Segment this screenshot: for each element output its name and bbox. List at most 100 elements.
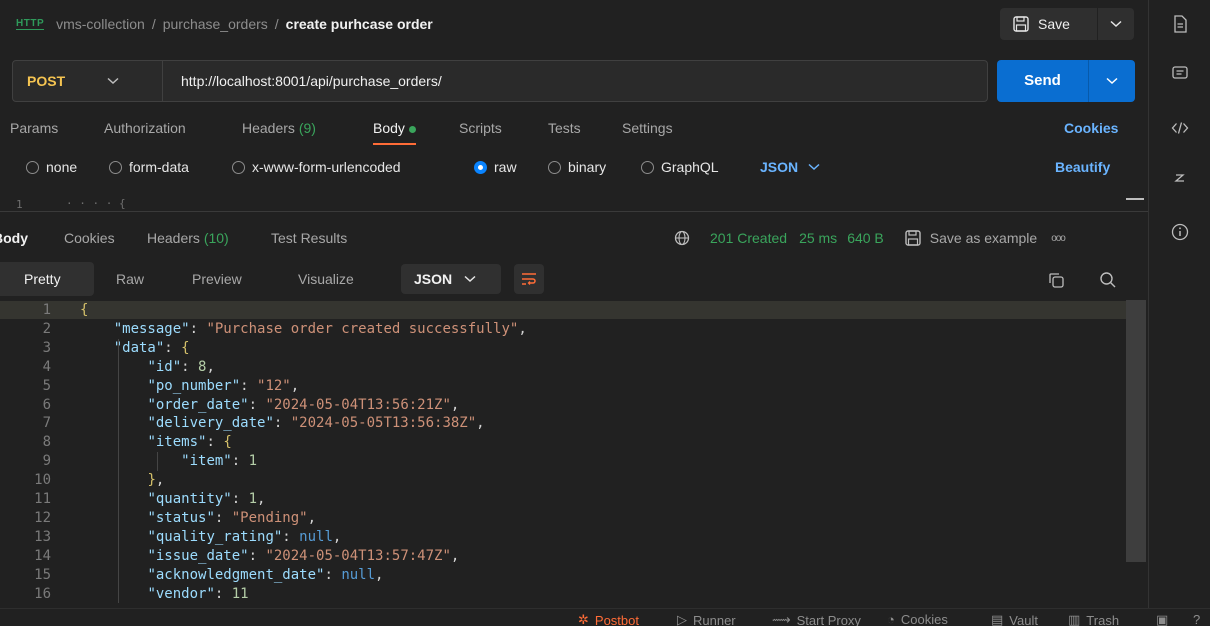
right-sidebar [1148,0,1210,626]
cookies-button[interactable]: ◔ Cookies [887,612,948,626]
response-time[interactable]: 25 ms [799,230,837,246]
response-format-bar: Pretty Raw Preview Visualize JSON [0,262,1148,296]
documentation-icon[interactable] [1170,14,1190,34]
radio-binary[interactable]: binary [548,159,606,175]
vault-button[interactable]: ▤ Vault [991,612,1038,626]
response-size[interactable]: 640 B [847,230,884,246]
radio-form-data[interactable]: form-data [109,159,189,175]
help-icon[interactable]: ? [1193,612,1200,626]
tab-headers[interactable]: Headers (9) [242,120,316,136]
code-text: "order_date": "2024-05-04T13:56:21Z", [147,396,460,413]
response-tab-headers[interactable]: Headers (10) [147,230,229,246]
code-line: 16 "vendor": 11 [0,585,1126,603]
code-text: { [80,302,89,318]
response-language-select[interactable]: JSON [401,264,501,294]
code-line: 2 "message": "Purchase order created suc… [0,320,1126,338]
comments-icon[interactable] [1170,64,1190,84]
view-tab-pretty[interactable]: Pretty [0,262,94,296]
search-icon[interactable] [1099,271,1117,289]
code-line: 7 "delivery_date": "2024-05-05T13:56:38Z… [0,414,1126,432]
line-number: 5 [42,377,51,394]
line-number: 3 [42,339,51,356]
response-tab-test-results[interactable]: Test Results [271,230,347,246]
request-name[interactable]: create purhcase order [286,16,433,32]
related-collections-icon[interactable] [1170,169,1190,189]
resize-handle[interactable] [1126,198,1144,206]
layout-icon[interactable]: ▣ [1156,612,1168,626]
postbot-icon: ✲ [578,612,589,626]
wrap-lines-button[interactable] [514,264,544,294]
response-tab-body[interactable]: Body [0,230,28,246]
status-label: Trash [1086,612,1120,626]
code-line: 12 "status": "Pending", [0,509,1126,527]
more-options-icon[interactable]: ooo [1051,233,1066,244]
breadcrumb-collection[interactable]: vms-collection [56,16,145,32]
radio-none[interactable]: none [26,159,77,175]
code-line: 6 "order_date": "2024-05-04T13:56:21Z", [0,396,1126,414]
response-tab-cookies[interactable]: Cookies [64,230,115,246]
line-number: 2 [42,320,51,337]
copy-icon[interactable] [1047,271,1065,289]
code-line: 10 }, [0,471,1126,489]
chevron-down-icon [1110,20,1122,28]
tab-params[interactable]: Params [10,120,58,136]
tab-tests[interactable]: Tests [548,120,581,136]
tab-body[interactable]: Body [373,120,416,145]
send-button[interactable]: Send [997,60,1089,102]
postbot-button[interactable]: ✲ Postbot [578,612,639,626]
code-text: "po_number": "12", [147,377,300,394]
radio-x-www-form-urlencoded[interactable]: x-www-form-urlencoded [232,159,401,175]
line-number: 1 [42,302,51,318]
line-number: 13 [34,528,51,545]
runner-button[interactable]: ▷ Runner [677,612,736,626]
method-select[interactable]: POST [13,61,163,101]
view-tab-raw[interactable]: Raw [116,271,144,287]
body-language-select[interactable]: JSON [760,159,820,175]
start-proxy-button[interactable]: ⟿ Start Proxy [772,612,861,626]
radio-label: form-data [129,159,189,175]
code-text: "quantity": 1, [147,491,266,507]
globe-icon[interactable] [674,230,690,246]
save-options-button[interactable] [1098,8,1134,40]
code-text: "quality_rating": null, [147,528,342,545]
body-type-options: none form-data x-www-form-urlencoded raw… [0,152,1148,182]
save-as-example-button[interactable]: Save as example [904,229,1037,247]
tab-label: Authorization [104,120,186,136]
save-button[interactable]: Save [1000,8,1098,40]
line-number: 1 [16,198,23,211]
code-line: 9 "item": 1 [0,452,1126,470]
view-tab-visualize[interactable]: Visualize [298,271,354,287]
tab-count: (10) [203,230,229,246]
line-number: 14 [34,547,51,564]
response-body-code[interactable]: 1 {2 "message": "Purchase order created s… [0,298,1148,608]
tab-authorization[interactable]: Authorization [104,120,186,136]
request-body-editor[interactable]: 1 · · · · { [0,196,1148,212]
info-icon[interactable] [1170,222,1190,242]
breadcrumb: HTTP vms-collection / purchase_orders / … [16,14,433,34]
radio-graphql[interactable]: GraphQL [641,159,719,175]
send-options-button[interactable] [1089,60,1135,102]
code-icon[interactable] [1170,118,1190,138]
url-input[interactable]: http://localhost:8001/api/purchase_order… [163,73,442,89]
tab-settings[interactable]: Settings [622,120,673,136]
view-tab-preview[interactable]: Preview [192,271,242,287]
code-scrollbar[interactable] [1126,300,1146,562]
tab-scripts[interactable]: Scripts [459,120,502,136]
beautify-button[interactable]: Beautify [1055,159,1110,175]
breadcrumb-separator: / [274,16,279,32]
breadcrumb-folder[interactable]: purchase_orders [163,16,268,32]
code-line: 14 "issue_date": "2024-05-04T13:57:47Z", [0,547,1126,565]
radio-selected-icon [474,160,487,174]
line-number: 6 [42,396,51,413]
chevron-down-icon [1106,77,1118,85]
line-number: 15 [34,566,51,583]
trash-button[interactable]: ▥ Trash [1068,612,1119,626]
line-number: 7 [42,415,51,432]
send-button-group: Send [997,60,1135,102]
status-code[interactable]: 201 Created [710,230,787,246]
cookies-link[interactable]: Cookies [1064,120,1118,136]
save-as-example-label: Save as example [929,230,1038,246]
radio-label: GraphQL [661,159,719,175]
radio-raw[interactable]: raw [474,159,517,175]
method-label: POST [27,73,66,89]
